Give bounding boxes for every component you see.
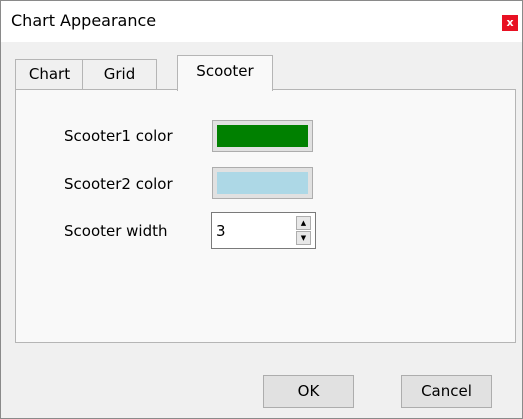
scooter2-color-label: Scooter2 color [64,175,173,193]
spin-up-icon[interactable]: ▲ [296,216,311,230]
spin-down-icon[interactable]: ▼ [296,231,311,245]
scooter1-color-button[interactable] [212,120,313,152]
scooter-width-label: Scooter width [64,222,168,240]
tab-chart[interactable]: Chart [15,59,84,89]
title-bar: Chart Appearance x [1,1,522,42]
scooter-width-spinner[interactable]: 3 ▲ ▼ [211,212,316,249]
tab-strip: Chart Grid Scooter [15,55,515,91]
close-icon[interactable]: x [502,15,518,31]
tab-grid[interactable]: Grid [82,59,157,89]
scooter2-color-button[interactable] [212,167,313,199]
tab-scooter[interactable]: Scooter [177,55,273,91]
scooter-width-value[interactable]: 3 [216,222,226,240]
window-title: Chart Appearance [11,11,157,30]
scooter2-color-swatch [217,172,308,194]
scooter1-color-label: Scooter1 color [64,127,173,145]
scooter1-color-swatch [217,125,308,147]
spin-buttons: ▲ ▼ [296,216,311,245]
ok-button[interactable]: OK [263,375,354,408]
chart-appearance-dialog: Chart Appearance x Chart Grid Scooter Sc… [0,0,523,419]
cancel-button[interactable]: Cancel [401,375,492,408]
